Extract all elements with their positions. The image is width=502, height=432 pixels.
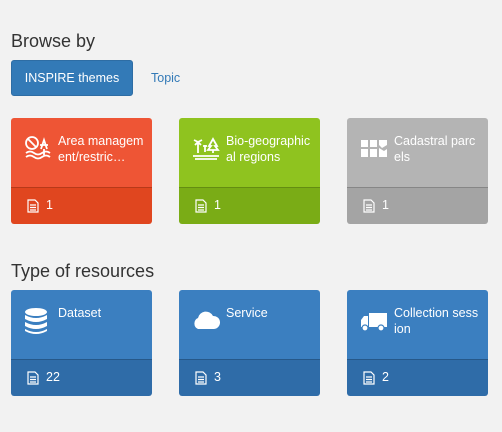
cloud-icon [194, 311, 220, 329]
card-label: Collection session [394, 306, 479, 336]
card-cadastral-parcels[interactable]: Cadastral parcels 1 [347, 118, 488, 224]
card-footer: 1 [347, 187, 488, 224]
tab-topic[interactable]: Topic [133, 60, 193, 96]
browse-tabs: INSPIRE themes Topic [11, 60, 193, 96]
card-header: Cadastral parcels [347, 118, 488, 187]
record-count: 1 [214, 198, 221, 212]
card-label: Dataset [58, 306, 102, 320]
document-icon [195, 371, 207, 385]
card-label: Cadastral parcels [394, 134, 476, 164]
document-icon [27, 199, 39, 213]
record-count: 1 [382, 198, 389, 212]
cadastral-icon [361, 140, 387, 157]
card-header: Dataset [11, 290, 152, 359]
tab-inspire-themes[interactable]: INSPIRE themes [11, 60, 133, 96]
card-service[interactable]: Service 3 [179, 290, 320, 396]
card-header: Area management/restric… [11, 118, 152, 187]
card-header: Collection session [347, 290, 488, 359]
card-label: Service [226, 306, 268, 320]
card-footer: 2 [347, 359, 488, 396]
database-icon [25, 308, 47, 334]
record-count: 1 [46, 198, 53, 212]
card-header: Bio-geographical regions [179, 118, 320, 187]
card-footer: 22 [11, 359, 152, 396]
card-area-management[interactable]: Area management/restric… 1 [11, 118, 152, 224]
card-footer: 3 [179, 359, 320, 396]
card-header: Service [179, 290, 320, 359]
card-bio-geographical[interactable]: Bio-geographical regions 1 [179, 118, 320, 224]
document-icon [363, 199, 375, 213]
type-of-resources-title: Type of resources [11, 261, 155, 281]
card-footer: 1 [11, 187, 152, 224]
document-icon [195, 199, 207, 213]
record-count: 2 [382, 370, 389, 384]
record-count: 22 [46, 370, 60, 384]
protected-area-icon [25, 136, 51, 160]
card-label: Area management/restric… [58, 134, 144, 164]
document-icon [27, 371, 39, 385]
browse-by-title: Browse by [11, 31, 96, 51]
document-icon [363, 371, 375, 385]
record-count: 3 [214, 370, 221, 384]
card-label: Bio-geographical regions [226, 134, 311, 164]
biogeographic-icon [193, 137, 220, 160]
card-collection-session[interactable]: Collection session 2 [347, 290, 488, 396]
card-footer: 1 [179, 187, 320, 224]
truck-icon [361, 313, 387, 332]
card-dataset[interactable]: Dataset 22 [11, 290, 152, 396]
